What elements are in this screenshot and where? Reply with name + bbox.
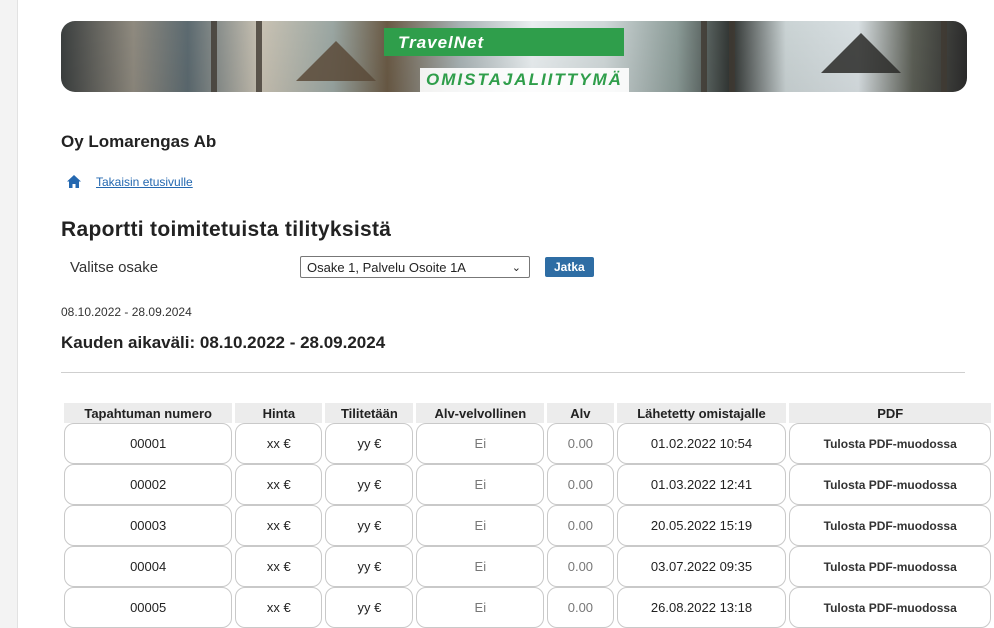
tree-trunk: [941, 21, 947, 92]
continue-button[interactable]: Jatka: [545, 257, 594, 277]
brand-title: TravelNet: [384, 28, 624, 56]
column-header: PDF: [789, 403, 991, 423]
vat-cell: 0.00: [547, 464, 614, 505]
table-header-row: Tapahtuman numero Hinta Tilitetään Alv-v…: [64, 403, 991, 423]
tree-trunk: [701, 21, 707, 92]
sent-date-cell: 03.07.2022 09:35: [616, 546, 787, 587]
divider: [61, 372, 965, 373]
cabin-roof: [296, 41, 376, 81]
share-selector-row: Valitse osake Osake 1, Palvelu Osoite 1A…: [70, 256, 594, 278]
transaction-number: 00002: [64, 464, 233, 505]
column-header: Alv: [547, 403, 614, 423]
settled-cell: yy €: [325, 546, 414, 587]
print-pdf-button[interactable]: Tulosta PDF-muodossa: [789, 505, 991, 546]
back-to-home-link[interactable]: Takaisin etusivulle: [96, 175, 193, 189]
vat-liable-cell: Ei: [416, 505, 545, 546]
settled-cell: yy €: [325, 587, 414, 628]
column-header: Hinta: [235, 403, 323, 423]
chevron-down-icon: ⌄: [511, 261, 521, 274]
transaction-number: 00005: [64, 587, 233, 628]
transaction-number: 00001: [64, 423, 233, 464]
share-select[interactable]: Osake 1, Palvelu Osoite 1A ⌄: [300, 256, 530, 278]
date-range-text: 08.10.2022 - 28.09.2024: [61, 305, 192, 319]
column-header: Tilitetään: [325, 403, 414, 423]
print-pdf-button[interactable]: Tulosta PDF-muodossa: [789, 423, 991, 464]
settled-cell: yy €: [325, 464, 414, 505]
price-cell: xx €: [235, 505, 323, 546]
transaction-number: 00003: [64, 505, 233, 546]
vat-liable-cell: Ei: [416, 546, 545, 587]
price-cell: xx €: [235, 464, 323, 505]
sent-date-cell: 01.03.2022 12:41: [616, 464, 787, 505]
brand-subtitle: OMISTAJALIITTYMÄ: [420, 68, 629, 92]
home-icon: [67, 175, 81, 188]
page-title: Raportti toimitetuista tilityksistä: [61, 218, 392, 241]
left-border: [0, 0, 18, 628]
share-select-value: Osake 1, Palvelu Osoite 1A: [307, 259, 466, 275]
vat-cell: 0.00: [547, 546, 614, 587]
vat-liable-cell: Ei: [416, 464, 545, 505]
tree-trunk: [256, 21, 262, 92]
company-name: Oy Lomarengas Ab: [61, 132, 217, 151]
vat-liable-cell: Ei: [416, 423, 545, 464]
print-pdf-button[interactable]: Tulosta PDF-muodossa: [789, 464, 991, 505]
brand-logo: TravelNet OMISTAJALIITTYMÄ: [384, 28, 629, 92]
price-cell: xx €: [235, 587, 323, 628]
price-cell: xx €: [235, 423, 323, 464]
sent-date-cell: 26.08.2022 13:18: [616, 587, 787, 628]
table-row: 00005 xx € yy € Ei 0.00 26.08.2022 13:18…: [64, 587, 991, 628]
vat-cell: 0.00: [547, 505, 614, 546]
price-cell: xx €: [235, 546, 323, 587]
tree-trunk: [211, 21, 217, 92]
column-header: Lähetetty omistajalle: [616, 403, 787, 423]
print-pdf-button[interactable]: Tulosta PDF-muodossa: [789, 587, 991, 628]
vat-cell: 0.00: [547, 587, 614, 628]
home-link[interactable]: Takaisin etusivulle: [66, 174, 193, 190]
print-pdf-button[interactable]: Tulosta PDF-muodossa: [789, 546, 991, 587]
vat-cell: 0.00: [547, 423, 614, 464]
transaction-number: 00004: [64, 546, 233, 587]
column-header: Alv-velvollinen: [416, 403, 545, 423]
sent-date-cell: 20.05.2022 15:19: [616, 505, 787, 546]
table-row: 00003 xx € yy € Ei 0.00 20.05.2022 15:19…: [64, 505, 991, 546]
table-row: 00004 xx € yy € Ei 0.00 03.07.2022 09:35…: [64, 546, 991, 587]
settled-cell: yy €: [325, 423, 414, 464]
tree-trunk: [729, 21, 735, 92]
table-row: 00002 xx € yy € Ei 0.00 01.03.2022 12:41…: [64, 464, 991, 505]
sent-date-cell: 01.02.2022 10:54: [616, 423, 787, 464]
vat-liable-cell: Ei: [416, 587, 545, 628]
tent-roof: [821, 33, 901, 73]
select-label: Valitse osake: [70, 258, 159, 276]
column-header: Tapahtuman numero: [64, 403, 233, 423]
settled-cell: yy €: [325, 505, 414, 546]
period-heading: Kauden aikaväli: 08.10.2022 - 28.09.2024: [61, 333, 386, 352]
settlements-table: Tapahtuman numero Hinta Tilitetään Alv-v…: [61, 403, 994, 628]
table-row: 00001 xx € yy € Ei 0.00 01.02.2022 10:54…: [64, 423, 991, 464]
